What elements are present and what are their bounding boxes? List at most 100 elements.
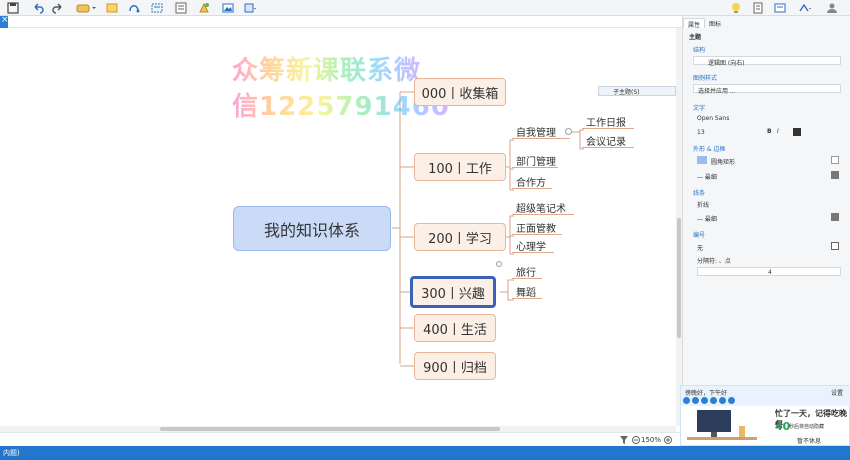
subtopic-self-management[interactable]: 自我管理 xyxy=(512,125,570,139)
numbering-label: 编号 xyxy=(693,232,706,239)
line-color-swatch[interactable] xyxy=(831,213,839,221)
subtopic-dance[interactable]: 舞蹈 xyxy=(512,285,542,299)
insert-subtopic-menu[interactable]: 子主题(S) xyxy=(598,86,676,96)
subtopic-travel[interactable]: 旅行 xyxy=(512,265,542,279)
canvas-footer: 150% xyxy=(0,432,682,446)
topic-inbox[interactable]: 000丨收集箱 xyxy=(414,78,506,106)
document-tab[interactable]: × xyxy=(0,15,9,28)
border-weight[interactable]: — 最细 xyxy=(697,172,717,181)
presentation-icon[interactable] xyxy=(752,1,764,14)
app-icon[interactable] xyxy=(728,397,735,404)
numbering-value[interactable]: 无 xyxy=(697,243,703,252)
filter-icon[interactable] xyxy=(620,436,628,444)
numbering-toggle-icon[interactable] xyxy=(831,242,839,250)
line-weight[interactable]: — 最细 xyxy=(697,214,717,223)
popup-icon-row xyxy=(683,397,735,404)
branch-style-value: 选择并应用 ... xyxy=(698,88,736,95)
separator-input[interactable]: 4 xyxy=(697,267,841,276)
italic-icon[interactable]: I xyxy=(777,128,779,135)
tab-icons[interactable]: 图标 xyxy=(705,18,725,28)
section-theme: 主题 xyxy=(689,34,702,41)
line-label: 线条 xyxy=(693,190,706,197)
font-size[interactable]: 13 xyxy=(697,129,705,136)
app-icon[interactable] xyxy=(710,397,717,404)
font-name[interactable]: Open Sans xyxy=(697,115,729,122)
branch-style-label: 图例样式 xyxy=(693,75,718,82)
subtopic-daily-report[interactable]: 工作日报 xyxy=(582,115,634,129)
bold-icon[interactable]: B xyxy=(767,128,772,135)
account-icon[interactable] xyxy=(826,1,838,14)
structure-select[interactable]: 逻辑图 (向右) xyxy=(693,56,841,67)
save-icon[interactable] xyxy=(7,1,19,14)
popup-settings-link[interactable]: 设置 xyxy=(831,388,843,397)
popup-ignore-button[interactable]: 暂不休息 xyxy=(797,436,821,445)
expand-toggle-icon[interactable] xyxy=(496,261,502,267)
app-icon[interactable] xyxy=(701,397,708,404)
image-icon[interactable] xyxy=(222,1,234,14)
app-icon[interactable] xyxy=(683,397,690,404)
app-icon[interactable] xyxy=(692,397,699,404)
outline-view-icon[interactable] xyxy=(774,1,786,14)
format-panel: 属性 图标 主题 结构 逻辑图 (向右) 图例样式 选择并应用 ... 文字 O… xyxy=(682,16,850,446)
undo-icon[interactable] xyxy=(32,1,44,14)
main-toolbar xyxy=(0,0,850,16)
status-text: 内题) xyxy=(3,449,20,457)
branch-style-select[interactable]: 选择并应用 ... xyxy=(693,84,841,95)
subtopic-partners[interactable]: 合作方 xyxy=(512,175,552,189)
topic-archive[interactable]: 900丨归档 xyxy=(414,352,496,380)
text-color-swatch[interactable] xyxy=(793,128,801,136)
zoom-level: 150% xyxy=(641,436,662,444)
topic-life[interactable]: 400丨生活 xyxy=(414,314,496,342)
mindmap-canvas[interactable]: 众筹新课联系微 信1225791460 我的知识体系 000丨收集箱 100丨工… xyxy=(0,28,676,426)
redo-icon[interactable] xyxy=(52,1,64,14)
app-window: × 众筹新课联系微 信1225791460 我的知识体系 000丨收集箱 100… xyxy=(0,0,850,460)
line-style[interactable]: 折线 xyxy=(697,200,709,209)
status-bar: 内题) xyxy=(0,446,850,460)
subtopic-meeting-notes[interactable]: 会议记录 xyxy=(582,134,634,148)
document-tabstrip: × xyxy=(0,15,682,28)
note-icon[interactable] xyxy=(106,1,118,14)
border-color-swatch[interactable] xyxy=(831,171,839,179)
marker-icon[interactable] xyxy=(198,1,210,14)
zoom-out-icon[interactable] xyxy=(632,436,640,444)
shape-value[interactable]: 圆角矩形 xyxy=(711,157,735,166)
watermark-line-1: 众筹新课联系微 xyxy=(232,50,421,87)
subtopic-super-notes[interactable]: 超级笔记术 xyxy=(512,201,574,215)
shape-border-label: 外形 & 边框 xyxy=(693,146,726,153)
separator-label: 分隔符: 、点 xyxy=(697,258,731,265)
collapse-toggle-icon[interactable] xyxy=(565,128,572,135)
more-arrow-icon[interactable] xyxy=(244,1,256,14)
popup-greeting: 傍晚好，下午好 xyxy=(685,390,728,397)
fill-color-swatch[interactable] xyxy=(831,156,839,164)
panel-tabs: 属性 图标 xyxy=(683,18,725,29)
subtopic-department[interactable]: 部门管理 xyxy=(512,154,558,168)
structure-label: 结构 xyxy=(693,47,706,54)
desk-illustration-icon xyxy=(687,410,757,440)
zoom-in-icon[interactable] xyxy=(664,436,672,444)
insert-subtopic-label: 子主题(S) xyxy=(613,88,640,96)
structure-value: 逻辑图 (向右) xyxy=(708,60,745,67)
topic-insert-icon[interactable] xyxy=(76,1,96,14)
horizontal-scroll-thumb[interactable] xyxy=(160,427,500,431)
app-icon[interactable] xyxy=(719,397,726,404)
boundary-icon[interactable] xyxy=(151,1,163,14)
subtopic-positive-discipline[interactable]: 正面管教 xyxy=(512,221,562,235)
popup-header: 傍晚好，下午好 设置 xyxy=(681,386,850,406)
topic-work[interactable]: 100丨工作 xyxy=(414,153,506,181)
close-tab-icon[interactable]: × xyxy=(1,15,9,25)
separator-value: 4 xyxy=(768,269,772,276)
subtopic-psychology[interactable]: 心理学 xyxy=(512,239,554,253)
idea-bulb-icon[interactable] xyxy=(730,1,742,14)
popup-countdown-text: 秒后将自动隐藏 xyxy=(789,424,825,430)
relationship-icon[interactable] xyxy=(128,1,140,14)
central-topic[interactable]: 我的知识体系 xyxy=(233,206,391,251)
topic-study[interactable]: 200丨学习 xyxy=(414,223,506,251)
shape-icon[interactable] xyxy=(697,156,707,164)
share-icon[interactable] xyxy=(798,1,812,14)
vertical-scroll-thumb[interactable] xyxy=(677,218,681,338)
summary-icon[interactable] xyxy=(175,1,187,14)
topic-interest-selected[interactable]: 300丨兴趣 xyxy=(410,276,496,308)
break-reminder-popup: 傍晚好，下午好 设置 忙了一天，记得吃晚餐 40 秒后将自动隐藏 暂不休息 xyxy=(680,385,850,446)
text-label: 文字 xyxy=(693,105,706,112)
tab-properties[interactable]: 属性 xyxy=(683,18,706,29)
